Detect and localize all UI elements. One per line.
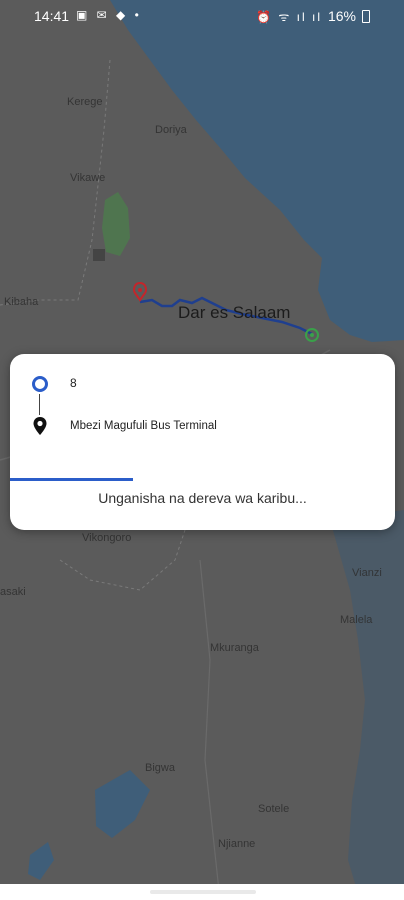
- map-label-kibaha: Kibaha: [4, 296, 39, 308]
- status-bar: 14:41 ▣ ✉ ◆ • ⏰ ᯤ ıl ıl 16%: [0, 0, 404, 32]
- route-connector: [39, 394, 40, 415]
- system-icons: ⏰ ᯤ ıl ıl: [256, 10, 322, 24]
- map-label-doriya: Doriya: [155, 124, 187, 136]
- origin-address[interactable]: 8: [70, 376, 77, 390]
- map-label-malela: Malela: [340, 614, 373, 626]
- status-time: 14:41: [34, 8, 70, 24]
- map-label-vikawe: Vikawe: [70, 172, 106, 184]
- home-gesture-handle[interactable]: [150, 890, 256, 894]
- map-label-bigwa: Bigwa: [145, 762, 175, 774]
- battery-level: 16%: [327, 8, 356, 24]
- location-pin-icon: [33, 417, 47, 435]
- battery-icon: [362, 10, 370, 23]
- destination-address[interactable]: Mbezi Magufuli Bus Terminal: [70, 420, 217, 432]
- map-label-sotele: Sotele: [258, 803, 290, 815]
- map-label-mkuranga: Mkuranga: [210, 642, 259, 654]
- origin-dot-icon: [32, 376, 48, 392]
- map-label-vikongoro: Vikongoro: [82, 532, 132, 544]
- search-progress-bar: [10, 478, 134, 481]
- trip-card: 8 Mbezi Magufuli Bus Terminal Unganisha …: [10, 354, 395, 530]
- map-label-njianne: Njianne: [218, 838, 256, 850]
- notification-icons: ▣ ✉ ◆ •: [76, 8, 142, 22]
- poi-icon: [93, 249, 105, 261]
- map-label-vianzi: Vianzi: [352, 567, 382, 579]
- map-label-sasaki: asaki: [0, 586, 26, 598]
- map-label-kerege: Kerege: [67, 96, 103, 108]
- map-label-dar-es-salaam: Dar es Salaam: [178, 303, 291, 322]
- trip-status-text: Unganisha na dereva wa karibu...: [98, 490, 307, 506]
